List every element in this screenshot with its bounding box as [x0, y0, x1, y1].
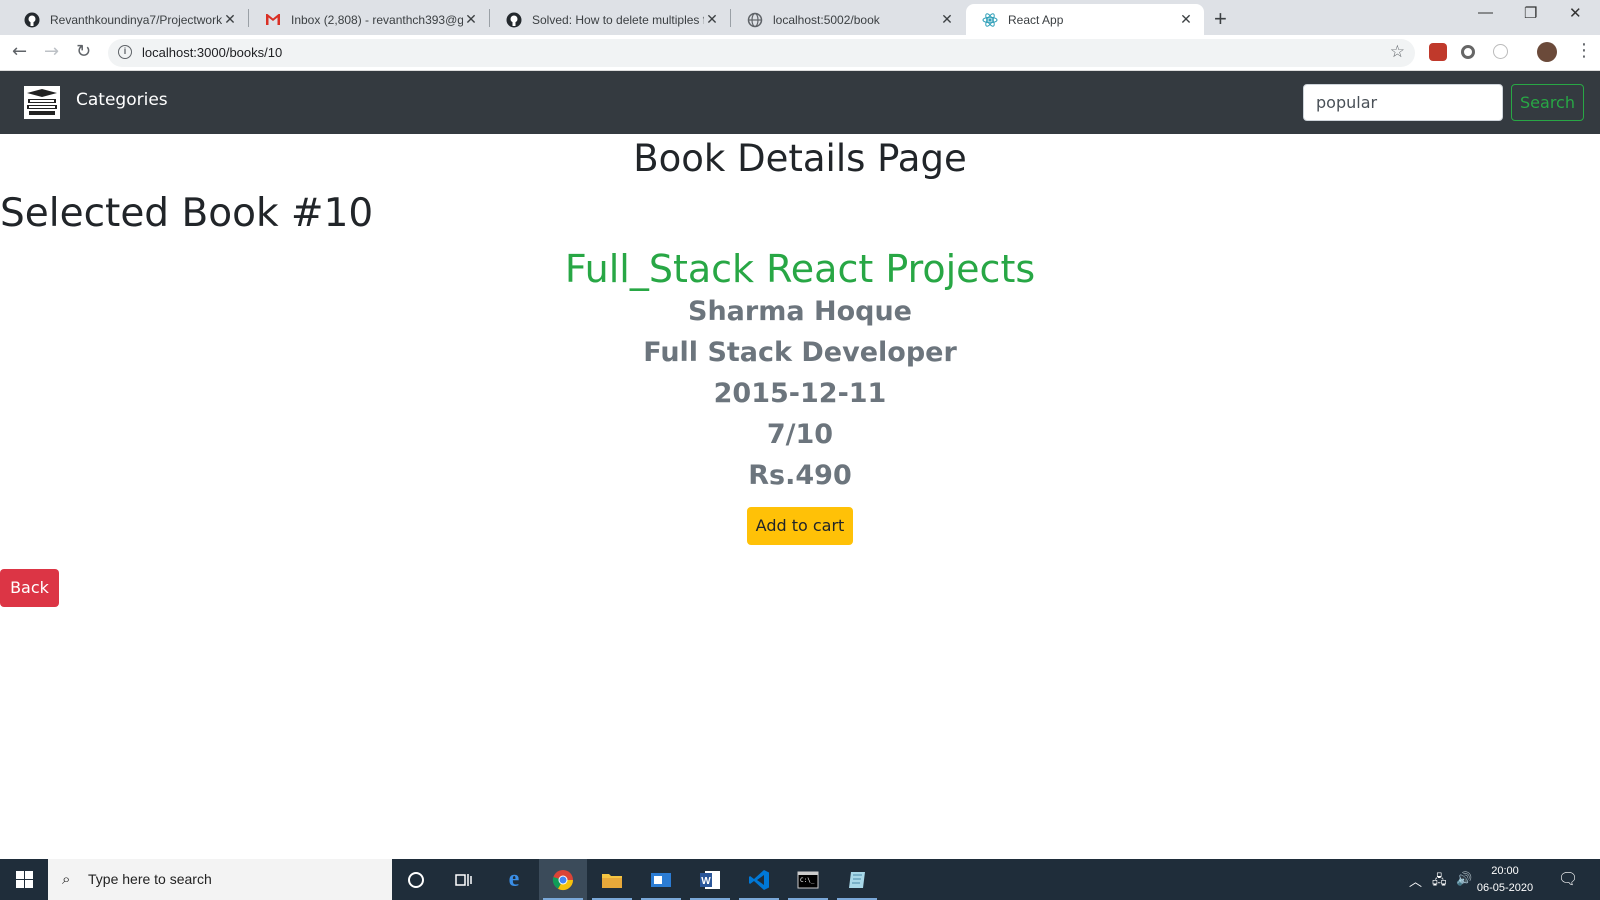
reload-icon[interactable]: ↻	[76, 41, 91, 62]
taskbar-search-box[interactable]: ⌕ Type here to search	[48, 859, 392, 900]
cortana-icon[interactable]	[392, 859, 440, 900]
browser-tab-strip: Revanthkoundinya7/Projectwork ✕ Inbox (2…	[0, 0, 1600, 35]
browser-tab-github[interactable]: Revanthkoundinya7/Projectwork ✕	[8, 4, 248, 35]
browser-tab-react-app[interactable]: React App ✕	[966, 4, 1204, 35]
window-close-icon[interactable]: ✕	[1569, 4, 1582, 22]
book-title: Full_Stack React Projects	[564, 247, 1036, 291]
books-logo-icon[interactable]	[24, 86, 60, 119]
search-icon: ⌕	[62, 870, 71, 888]
tab-title: Solved: How to delete multiples from	[532, 12, 704, 27]
forward-arrow-icon[interactable]: →	[44, 41, 59, 62]
bookmark-star-icon[interactable]: ☆	[1390, 42, 1405, 62]
restore-icon[interactable]: ❐	[1524, 4, 1537, 22]
clock-date: 06-05-2020	[1476, 882, 1534, 894]
menu-kebab-icon[interactable]: ⋮	[1575, 40, 1593, 61]
terminal-icon[interactable]: C:\_	[784, 859, 832, 900]
tab-title: localhost:5002/book	[773, 12, 880, 27]
word-icon[interactable]: W	[686, 859, 734, 900]
mail-app-icon[interactable]	[637, 859, 685, 900]
taskbar-clock[interactable]: 20:00 06-05-2020	[1470, 863, 1540, 897]
book-price: Rs.490	[748, 460, 852, 491]
add-to-cart-button[interactable]: Add to cart	[747, 507, 853, 545]
app-navbar: Categories popular Search	[0, 71, 1600, 134]
selected-book-heading: Selected Book #10	[0, 191, 374, 236]
close-icon[interactable]: ✕	[939, 11, 955, 28]
close-icon[interactable]: ✕	[704, 11, 720, 28]
notepad-icon[interactable]	[833, 859, 881, 900]
taskbar-search-placeholder: Type here to search	[88, 871, 212, 887]
url-text: localhost:3000/books/10	[142, 45, 283, 60]
vscode-icon[interactable]	[735, 859, 783, 900]
close-icon[interactable]: ✕	[1178, 11, 1194, 28]
address-bar[interactable]: i localhost:3000/books/10 ☆	[108, 39, 1415, 67]
browser-tab-gmail[interactable]: Inbox (2,808) - revanthch393@gmail.com ✕	[249, 4, 489, 35]
book-author: Sharma Hoque	[688, 296, 912, 327]
extension-ghost-icon[interactable]	[1493, 44, 1508, 59]
notifications-icon[interactable]: 🗨	[1558, 869, 1578, 889]
book-date: 2015-12-11	[713, 378, 887, 409]
file-explorer-icon[interactable]	[588, 859, 636, 900]
globe-icon	[747, 12, 763, 28]
profile-avatar[interactable]	[1537, 42, 1557, 62]
tab-title: React App	[1008, 12, 1064, 27]
gmail-icon	[265, 12, 281, 28]
search-input[interactable]: popular	[1303, 84, 1503, 121]
browser-tab-solved[interactable]: Solved: How to delete multiples from ✕	[490, 4, 730, 35]
back-button[interactable]: Back	[0, 569, 59, 607]
edge-icon[interactable]: e	[490, 859, 538, 900]
task-view-icon[interactable]	[440, 859, 488, 900]
extension-circle-icon[interactable]	[1461, 45, 1475, 59]
page-title: Book Details Page	[633, 137, 967, 180]
close-icon[interactable]: ✕	[222, 11, 238, 28]
site-info-icon[interactable]: i	[118, 45, 132, 59]
browser-toolbar: ← → ↻ i localhost:3000/books/10 ☆ ⋮	[0, 35, 1600, 71]
categories-link[interactable]: Categories	[76, 90, 168, 110]
show-hidden-icons-chevron[interactable]: ︿	[1409, 871, 1422, 890]
page-content: Book Details Page Selected Book #10 Full…	[0, 134, 1600, 859]
windows-taskbar: ⌕ Type here to search e W C:\_ ︿ 🖧 🔊 20:…	[0, 859, 1600, 900]
github-icon	[506, 12, 522, 28]
windows-start-icon[interactable]	[0, 859, 48, 900]
book-category: Full Stack Developer	[643, 337, 957, 368]
minimize-icon[interactable]: —	[1478, 4, 1493, 21]
back-arrow-icon[interactable]: ←	[12, 41, 27, 62]
chrome-icon[interactable]	[539, 859, 587, 900]
github-icon	[24, 12, 40, 28]
network-icon[interactable]: 🖧	[1432, 871, 1447, 893]
extension-icon[interactable]	[1429, 43, 1447, 61]
react-icon	[982, 12, 998, 28]
search-button[interactable]: Search	[1511, 84, 1584, 121]
browser-tab-localhost[interactable]: localhost:5002/book ✕	[731, 4, 965, 35]
book-rating: 7/10	[766, 419, 834, 450]
tab-title: Revanthkoundinya7/Projectwork	[50, 12, 222, 27]
close-icon[interactable]: ✕	[463, 11, 479, 28]
clock-time: 20:00	[1491, 865, 1519, 877]
svg-text:C:\_: C:\_	[800, 877, 815, 884]
tab-title: Inbox (2,808) - revanthch393@gmail.com	[291, 12, 463, 27]
svg-text:W: W	[701, 876, 711, 887]
new-tab-button[interactable]: +	[1214, 6, 1227, 32]
